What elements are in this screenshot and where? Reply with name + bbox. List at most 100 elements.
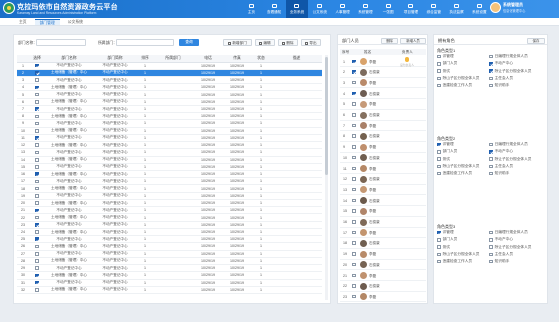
member-checkbox[interactable]	[352, 209, 356, 213]
add-dept-button[interactable]: 新增部门	[223, 39, 252, 46]
role-checkbox[interactable]	[489, 62, 493, 66]
edit-button[interactable]: 编辑	[255, 39, 275, 46]
add-member-button[interactable]: 新增人员	[400, 37, 426, 44]
col-dept-name[interactable]: 部门名称	[45, 55, 93, 63]
role-checkbox[interactable]	[489, 69, 493, 73]
member-checkbox[interactable]	[352, 252, 356, 256]
member-checkbox[interactable]	[352, 273, 356, 278]
row-checkbox[interactable]	[35, 78, 39, 82]
role-checkbox[interactable]	[489, 171, 493, 176]
table-row[interactable]: 11 不动产登记中心 不动产登记中心 1 10/29/19 10/29/19 1	[17, 134, 322, 143]
nav-item-6[interactable]: 一张图	[377, 0, 400, 18]
save-button[interactable]: 保存	[527, 37, 545, 44]
role-option[interactable]: 违建检查工作人员	[437, 83, 489, 88]
parent-dept-input[interactable]	[116, 39, 174, 46]
row-checkbox[interactable]	[35, 179, 39, 184]
role-checkbox[interactable]	[437, 54, 441, 59]
role-option[interactable]: 测试	[437, 245, 489, 250]
member-row[interactable]: 12 石俊豪	[340, 174, 426, 185]
table-row[interactable]: 4 土地储备（管理）中心 不动产登记中心 1 10/29/19 10/29/19 1	[17, 83, 322, 92]
role-option[interactable]: 知识助手	[489, 259, 545, 264]
row-checkbox[interactable]	[35, 244, 39, 249]
role-checkbox[interactable]	[437, 164, 441, 169]
role-checkbox[interactable]	[437, 76, 441, 81]
row-checkbox[interactable]	[35, 150, 39, 155]
role-option[interactable]: 知识助手	[489, 171, 545, 176]
role-checkbox[interactable]	[489, 252, 493, 257]
member-row[interactable]: 21 李磊	[340, 270, 426, 281]
member-row[interactable]: 13 李磊	[340, 184, 426, 196]
role-option[interactable]: 知识助手	[489, 83, 545, 88]
member-row[interactable]: 22 石俊豪	[340, 281, 426, 292]
select-cell[interactable]	[29, 76, 45, 85]
select-cell[interactable]	[29, 206, 45, 215]
member-row[interactable]: 20 石俊豪	[340, 259, 426, 271]
role-option[interactable]: 日编理行规全体人员	[489, 142, 545, 147]
member-row[interactable]: 3 李磊	[340, 77, 426, 89]
member-checkbox[interactable]	[352, 134, 356, 138]
table-row[interactable]: 12 土地储备（管理）中心 不动产登记中心 1 10/29/19 10/29/19 1	[17, 141, 322, 150]
nav-item-9[interactable]: 执法监察	[445, 0, 468, 18]
nav-item-2[interactable]: 业务系统	[285, 0, 309, 18]
col-order[interactable]: 排序	[137, 55, 153, 63]
member-row[interactable]: 23 李磊	[340, 291, 426, 303]
role-checkbox[interactable]	[489, 150, 493, 154]
table-row[interactable]: 23 不动产登记中心 不动产登记中心 1 10/29/19 10/29/19 1	[17, 221, 322, 229]
role-checkbox[interactable]	[489, 76, 493, 81]
dept-scroll-thumb[interactable]	[325, 57, 328, 175]
select-cell[interactable]	[29, 134, 45, 143]
nav-item-3[interactable]: 公文系统	[308, 0, 331, 18]
member-row[interactable]: 2 石俊豪	[340, 67, 426, 78]
role-option[interactable]: 违建检查工作人员	[437, 171, 489, 176]
select-cell[interactable]	[29, 235, 45, 244]
role-checkbox[interactable]	[489, 83, 493, 88]
table-row[interactable]: 18 土地储备（管理）中心 不动产登记中心 1 10/29/19 10/29/19 1	[17, 184, 322, 193]
row-checkbox[interactable]	[35, 85, 39, 90]
table-row[interactable]: 15 不动产登记中心 不动产登记中心 1 10/29/19 10/29/19 1	[17, 163, 322, 172]
nav-item-7[interactable]: 项目管理	[400, 0, 423, 18]
role-checkbox[interactable]	[437, 245, 441, 249]
role-option[interactable]: 主任会人员	[489, 252, 545, 257]
nav-item-10[interactable]: 系统设置	[468, 0, 491, 18]
table-row[interactable]: 32 土地储备（管理）中心 不动产登记中心 1 10/29/19 10/29/19 1	[17, 286, 322, 295]
select-cell[interactable]	[29, 199, 45, 208]
select-cell[interactable]	[29, 264, 45, 273]
export-button[interactable]: 导出	[301, 39, 321, 46]
role-checkbox[interactable]	[489, 238, 493, 242]
member-row[interactable]: 17 李磊	[340, 227, 426, 239]
role-option[interactable]: 除让子区分规全体人员	[489, 157, 545, 162]
member-checkbox[interactable]	[352, 230, 356, 235]
nav-item-0[interactable]: 主页	[240, 0, 263, 18]
row-checkbox[interactable]	[35, 121, 39, 126]
select-cell[interactable]	[29, 213, 45, 222]
row-checkbox[interactable]	[35, 114, 39, 119]
member-row[interactable]: 6 石俊豪	[340, 110, 426, 121]
role-checkbox[interactable]	[437, 259, 441, 264]
col-status[interactable]: 状态	[251, 55, 271, 63]
table-row[interactable]: 27 不动产登记中心 不动产登记中心 1 10/29/19 10/29/19 1	[17, 250, 322, 258]
tab-0[interactable]: 主页	[14, 19, 32, 26]
row-checkbox[interactable]	[35, 280, 39, 285]
role-option[interactable]: 主任会人员	[489, 164, 545, 169]
role-option[interactable]: 评管理	[437, 54, 489, 59]
row-checkbox[interactable]	[35, 143, 39, 148]
row-checkbox[interactable]	[35, 63, 39, 68]
select-cell[interactable]	[29, 228, 45, 237]
select-cell[interactable]	[29, 184, 45, 193]
role-option[interactable]: 评管理	[437, 230, 489, 235]
member-checkbox[interactable]	[352, 220, 356, 224]
member-row[interactable]: 15 李磊	[340, 206, 426, 217]
role-checkbox[interactable]	[437, 230, 441, 235]
row-checkbox[interactable]	[35, 194, 39, 198]
member-checkbox[interactable]	[352, 145, 356, 149]
row-checkbox[interactable]	[35, 266, 39, 271]
role-option[interactable]: 测试	[437, 157, 489, 162]
role-option[interactable]: 部门人员	[437, 61, 489, 66]
row-checkbox[interactable]	[35, 107, 39, 111]
member-row[interactable]: 4 石俊豪	[340, 88, 426, 100]
member-row[interactable]: 5 李磊	[340, 99, 426, 110]
dept-name-input[interactable]	[36, 39, 86, 46]
select-cell[interactable]	[29, 148, 45, 157]
role-checkbox[interactable]	[489, 54, 493, 59]
member-row[interactable]: 14 石俊豪	[340, 195, 426, 207]
